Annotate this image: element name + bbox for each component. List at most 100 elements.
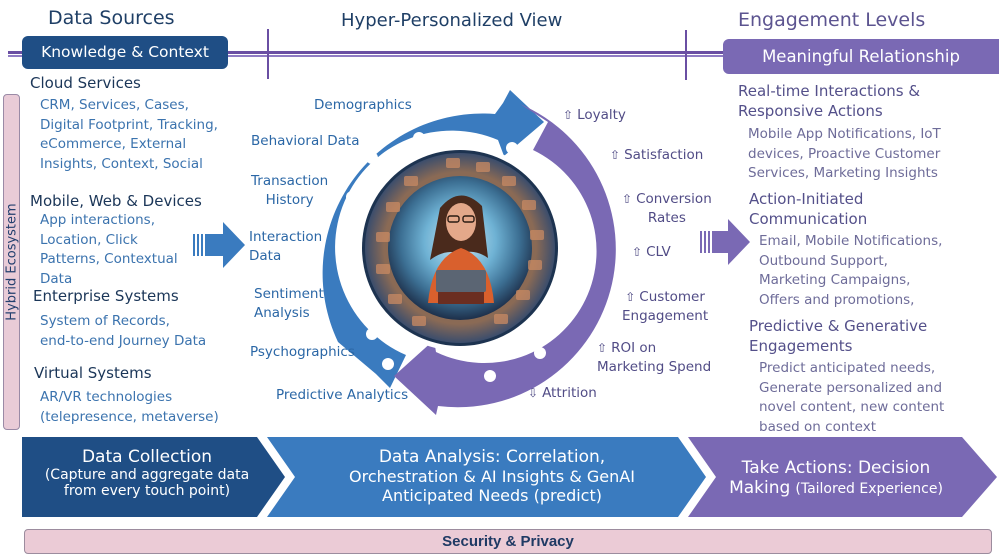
step-title: Data Collection [81, 447, 213, 467]
engagement-line: Marketing Campaigns, [759, 272, 911, 288]
step-take-actions: Take Actions: Decision Making (Tailored … [706, 458, 966, 498]
up-arrow-icon: ⇧ [597, 341, 608, 355]
input-label: Interaction Data [249, 228, 322, 266]
outcome-label-line: Satisfaction [624, 147, 704, 163]
source-line: Insights, Context, Social [40, 155, 203, 172]
outcome-label: ⇧ Loyalty [563, 106, 626, 125]
engagement-line: Email, Mobile Notifications, [759, 233, 943, 249]
step-data-collection: Data Collection (Capture and aggregate d… [32, 447, 262, 499]
source-details: CRM, Services, Cases, Digital Footprint,… [40, 96, 218, 174]
input-label-line: Behavioral Data [251, 133, 360, 149]
engagement-details: Email, Mobile Notifications, Outbound Su… [759, 232, 942, 310]
source-title: Virtual Systems [34, 364, 152, 382]
step-data-analysis: Data Analysis: Correlation, Orchestratio… [292, 447, 692, 505]
source-line: (telepresence, metaverse) [40, 408, 219, 425]
outcome-label-line: Rates [647, 210, 686, 226]
source-details: App interactions, Location, Click Patter… [40, 211, 178, 289]
outcome-label: ⇧ Customer Engagement [622, 288, 708, 326]
input-label-line: Data [249, 248, 282, 264]
engagement-title-line: Engagements [749, 337, 853, 355]
data-sources-heading: Data Sources [48, 7, 175, 29]
up-arrow-icon: ⇧ [610, 148, 621, 162]
timeline-tick [267, 29, 269, 79]
input-label-line: History [265, 192, 314, 208]
engagement-title-line: Responsive Actions [738, 102, 883, 120]
source-title: Cloud Services [30, 74, 141, 92]
engagement-title-line: Action-Initiated [749, 190, 864, 208]
source-line: eCommerce, External [40, 136, 187, 152]
input-label: Predictive Analytics [276, 386, 408, 405]
step-title-rest: : Correlation, [494, 447, 606, 467]
up-arrow-icon: ⇧ [622, 192, 633, 206]
engagement-title-line: Real-time Interactions & [738, 82, 921, 100]
timeline-tick [685, 30, 687, 80]
security-privacy-bar: Security & Privacy [24, 529, 992, 554]
engagement-title: Real-time Interactions & Responsive Actio… [738, 81, 920, 121]
engagement-title-line: Predictive & Generative [749, 317, 928, 335]
source-line: end-to-end Journey Data [40, 332, 207, 349]
input-label: Transaction History [251, 172, 328, 210]
engagement-title-line: Communication [749, 210, 868, 228]
input-label: Demographics [314, 96, 412, 115]
outcome-label-line: Customer [639, 289, 705, 305]
outcome-label-line: Engagement [622, 308, 709, 324]
input-label: Sentiment Analysis [254, 285, 324, 323]
engagement-line: Mobile App Notifications, IoT [748, 126, 941, 142]
input-label-line: Demographics [314, 97, 412, 113]
source-line: AR/VR technologies [40, 389, 173, 405]
hybrid-ecosystem-bar: Hybrid Ecosystem [3, 94, 20, 430]
knowledge-context-pill: Knowledge & Context [22, 36, 228, 69]
engagement-levels-heading: Engagement Levels [738, 9, 926, 31]
up-arrow-icon: ⇧ [632, 245, 643, 259]
input-label-line: Predictive Analytics [276, 387, 409, 403]
outcome-label-line: Marketing Spend [597, 359, 712, 375]
outcome-label-line: CLV [646, 244, 671, 260]
outcome-label: ⇧ Satisfaction [610, 146, 703, 165]
step-subtitle: Orchestration & AI Insights & GenAI [349, 467, 635, 486]
input-label: Psychographics [250, 343, 355, 362]
engagement-line: based on context [759, 418, 877, 435]
source-title: Enterprise Systems [33, 287, 179, 305]
input-label: Behavioral Data [251, 132, 360, 151]
blue-right-arrow-icon [193, 222, 245, 268]
outcome-label-line: Loyalty [577, 107, 626, 123]
source-line: Digital Footprint, Tracking, [40, 116, 218, 133]
engagement-line: Offers and promotions, [759, 291, 915, 308]
engagement-line: Predict anticipated needs, [759, 360, 936, 376]
step-title: Data Analysis [378, 447, 495, 467]
outcome-label-line: Attrition [542, 385, 597, 401]
engagement-line: novel content, new content [759, 399, 945, 415]
input-label-line: Transaction [251, 173, 329, 189]
input-label-line: Analysis [254, 305, 310, 321]
purple-right-arrow-icon [700, 219, 750, 265]
outcome-label: ⇧ ROI on Marketing Spend [597, 339, 711, 377]
outcome-label: ⇧ CLV [632, 243, 671, 262]
engagement-line: devices, Proactive Customer [748, 145, 941, 162]
input-label-line: Sentiment [254, 286, 324, 302]
source-line: Location, Click [40, 231, 138, 248]
source-line: App interactions, [40, 212, 156, 228]
source-line: CRM, Services, Cases, [40, 97, 189, 113]
down-arrow-icon: ⇩ [528, 386, 539, 400]
engagement-title: Predictive & Generative Engagements [749, 316, 927, 356]
outcome-label: ⇩ Attrition [528, 384, 597, 403]
outcome-label-line: ROI on [611, 340, 657, 356]
up-arrow-icon: ⇧ [625, 290, 636, 304]
step-subtitle: from every touch point) [63, 483, 231, 499]
engagement-line: Services, Marketing Insights [748, 165, 938, 181]
engagement-details: Mobile App Notifications, IoT devices, P… [748, 125, 941, 184]
outcome-label: ⇧ Conversion Rates [622, 190, 712, 228]
source-details: AR/VR technologies (telepresence, metave… [40, 388, 219, 427]
hyper-personalized-view-heading: Hyper-Personalized View [341, 10, 563, 31]
source-line: Patterns, Contextual [40, 251, 178, 267]
input-label-line: Psychographics [250, 344, 355, 360]
input-label-line: Interaction [249, 229, 323, 245]
engagement-line: Generate personalized and [759, 379, 943, 396]
step-subtitle: (Tailored Experience) [795, 481, 943, 497]
engagement-details: Predict anticipated needs, Generate pers… [759, 359, 944, 437]
step-title: Making [729, 478, 791, 498]
source-line: System of Records, [40, 313, 170, 329]
outcome-label-line: Conversion [636, 191, 712, 207]
source-details: System of Records, end-to-end Journey Da… [40, 312, 206, 351]
engagement-line: Outbound Support, [759, 252, 888, 269]
